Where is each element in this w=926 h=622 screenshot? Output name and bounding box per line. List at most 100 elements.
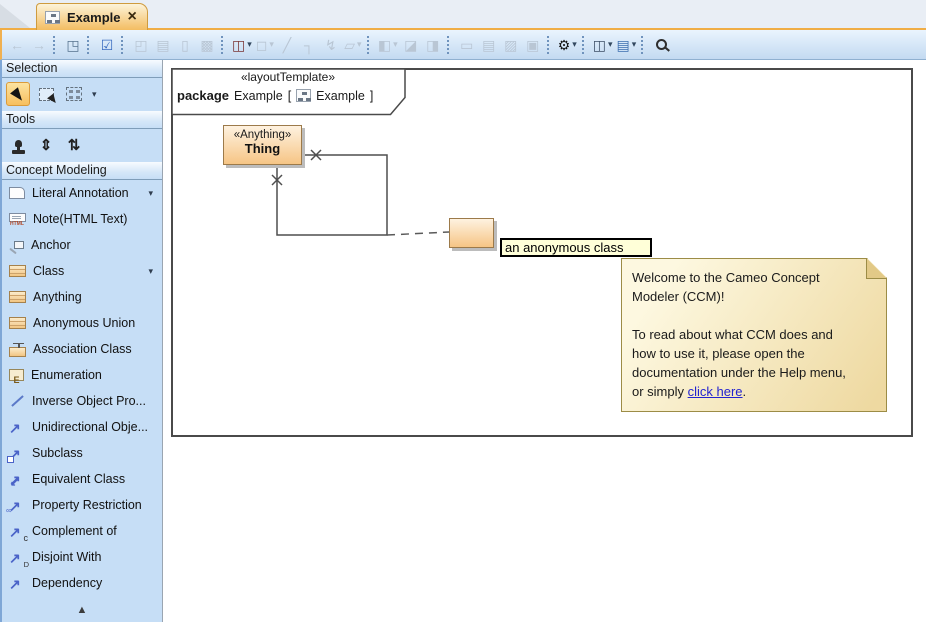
copy-button: ◰ [130,33,152,57]
trash-icon: ▯ [181,34,189,56]
show-in-window-button: ▣ [522,33,544,57]
palette-item-label: Dependency [32,576,102,590]
click-here-link[interactable]: click here [688,384,743,399]
display-options-button[interactable]: ⚙▾ [556,33,579,57]
delete-button: ▯ [174,33,196,57]
dropdown-arrow-icon[interactable]: ▾ [247,39,252,50]
tab-well-decoration [0,4,30,28]
dropdown-arrow-icon[interactable]: ▾ [608,39,613,50]
palette-scroll-up-button[interactable]: ▲ [2,604,162,616]
vertical-spread-tool-button[interactable] [34,133,58,157]
marquee-selection-tool-button[interactable] [34,82,58,106]
compartments-icon: ▤ [482,34,495,56]
palette-item-association-class[interactable]: Association Class [2,336,162,362]
format-painter-icon: ◨ [426,34,439,56]
dropdown-arrow-icon[interactable]: ▾ [572,39,577,50]
note-paragraph-2-suffix: . [743,384,747,399]
palette-item-anchor[interactable]: Anchor [2,232,162,258]
hierarchy-layout-icon: ◫ [232,34,245,56]
image-icon: ▨ [504,34,517,56]
fill-color-button: ◧▾ [376,33,400,57]
quick-diagram-layout-button[interactable]: ◫▾ [230,33,254,57]
toolbar-separator [641,36,645,54]
assoc-class-icon [9,347,26,357]
node-shape-icon: ◻ [256,34,268,56]
palette-item-disjoint-with[interactable]: Disjoint With [2,544,162,570]
palette-item-inverse-object-pro[interactable]: Inverse Object Pro... [2,388,162,414]
inverse-line-icon [9,394,25,408]
palette-item-label: Association Class [33,342,132,356]
palette-sidebar: Selection ▾ Tools Concept ModelingLiteral A… [0,60,163,622]
palette-item-label: Note(HTML Text) [33,212,127,226]
palette-item-equivalent-class[interactable]: Equivalent Class [2,466,162,492]
restriction-arrow-icon [9,498,25,513]
class-name: Thing [224,141,301,156]
anchor-icon [14,241,24,249]
close-icon[interactable]: × [127,10,136,24]
path-style-icon: ▱ [344,34,355,56]
window-layout-icon: ◫ [593,34,606,56]
palette-item-complement-of[interactable]: Complement of [2,518,162,544]
select-in-containment-tree-button[interactable]: ◳ [62,33,84,57]
group-selection-tool-button[interactable] [62,82,86,106]
paste-button: ▤ [152,33,174,57]
magnifier-icon [656,39,667,50]
oblique-line-icon: ↯ [325,34,337,56]
concept-modeling-section-header[interactable]: Concept Modeling [2,162,162,180]
tools-section-header[interactable]: Tools [2,111,162,129]
tab-title: Example [67,10,120,25]
palette-item-anonymous-union[interactable]: Anonymous Union [2,310,162,336]
vertical-compress-tool-button[interactable] [62,133,86,157]
forward-button: → [28,33,50,57]
dropdown-arrow-icon[interactable]: ▾ [632,39,637,50]
palette-item-property-restriction[interactable]: Property Restriction [2,492,162,518]
dependency-arrow-icon [9,576,25,591]
anonymous-class[interactable] [449,218,494,248]
anonymous-class-label[interactable]: an anonymous class [500,238,652,257]
disjoint-arrow-icon [9,550,25,565]
legend-button[interactable]: ▤▾ [615,33,639,57]
validate-diagram-button[interactable]: ☑ [96,33,118,57]
dropdown-arrow-icon[interactable]: ▾ [148,188,153,199]
frame-header[interactable]: «layoutTemplate» package Example [ Examp… [171,70,405,103]
forward-arrow-icon: → [32,34,46,56]
dropdown-arrow-icon[interactable]: ▾ [148,266,153,277]
application-window: Example × ←→◳☑◰▤▯▩◫▾◻▾╱┐↯▱▾◧▾◪◨▭▤▨▣⚙▾◫▾▤… [0,0,926,622]
palette-item-class[interactable]: Class▾ [2,258,162,284]
pointer-tool-button[interactable] [6,82,30,106]
palette-item-label: Complement of [32,524,117,538]
welcome-note[interactable]: Welcome to the Cameo Concept Modeler (CC… [621,258,887,412]
image-shape-button: ▨ [500,33,522,57]
diagram-canvas[interactable]: «layoutTemplate» package Example [ Examp… [163,60,926,622]
resize-icon: ▭ [460,34,473,56]
selection-section-header[interactable]: Selection [2,60,162,78]
toolbar-separator [87,36,91,54]
class-thing[interactable]: «Anything» Thing [223,125,302,165]
diagram-tab-bar: Example × [0,0,926,30]
zoom-button[interactable] [650,33,672,57]
toolbar-separator [121,36,125,54]
arrow-icon [9,420,25,435]
equiv-arrow-icon [9,472,25,487]
palette-item-literal-annotation[interactable]: Literal Annotation▾ [2,180,162,206]
trash-symbols-icon: ▩ [200,34,213,56]
gear-icon: ⚙ [558,34,571,56]
dropdown-arrow-icon[interactable]: ▾ [92,89,97,100]
diagram-windows-button[interactable]: ◫▾ [591,33,615,57]
palette-item-label: Equivalent Class [32,472,125,486]
palette-item-enumeration[interactable]: Enumeration [2,362,162,388]
validation-check-icon: ☑ [101,34,114,56]
palette-sections: Selection ▾ Tools Concept ModelingLiteral A… [2,60,162,596]
palette-item-note-html-text[interactable]: Note(HTML Text) [2,206,162,232]
frame-title-line: package Example [ Example ] [171,88,405,103]
palette-item-label: Anonymous Union [33,316,135,330]
tab-example[interactable]: Example × [36,3,148,30]
palette-item-dependency[interactable]: Dependency [2,570,162,596]
stamp-tool-button[interactable] [6,133,30,157]
cursor-icon [10,87,26,103]
copy-format-button: ◨ [422,33,444,57]
palette-item-anything[interactable]: Anything [2,284,162,310]
vspread-icon [40,136,53,155]
palette-item-unidirectional-obje[interactable]: Unidirectional Obje... [2,414,162,440]
palette-item-subclass[interactable]: Subclass [2,440,162,466]
